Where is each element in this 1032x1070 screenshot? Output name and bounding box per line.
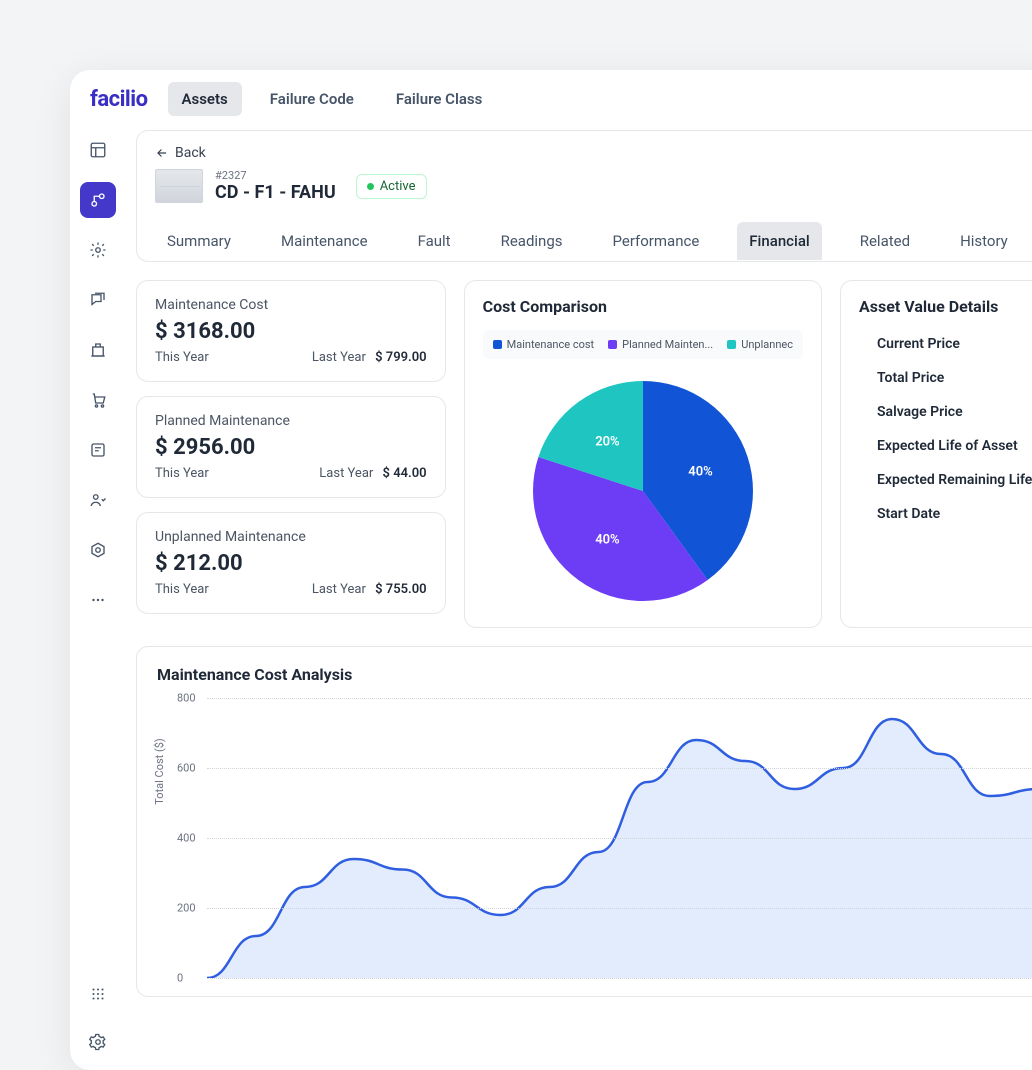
- cart-icon[interactable]: [80, 382, 116, 418]
- asset-value-item: Expected Life of Asset: [877, 438, 1032, 454]
- legend-item: Unplannec: [727, 338, 793, 351]
- stat-label: Unplanned Maintenance: [155, 529, 427, 545]
- asset-value-title: Asset Value Details: [859, 297, 1032, 316]
- asset-thumbnail: [155, 169, 203, 203]
- page-header: Back #2327 CD - F1 - FAHU Active Summary…: [136, 130, 1032, 262]
- analysis-ylabel: Total Cost ($): [153, 738, 166, 805]
- stat-value: $ 2956.00: [155, 435, 427, 460]
- svg-text:40%: 40%: [595, 532, 620, 547]
- analysis-title: Maintenance Cost Analysis: [157, 665, 1032, 684]
- ytick: 0: [177, 972, 183, 985]
- legend-item: Maintenance cost: [493, 338, 595, 351]
- status-badge: Active: [356, 174, 427, 199]
- asset-name: CD - F1 - FAHU: [215, 182, 336, 203]
- asset-id: #2327: [215, 169, 336, 182]
- ytick: 600: [177, 762, 196, 775]
- asset-value-card: Asset Value Details Current Price Total P…: [840, 280, 1032, 628]
- back-button[interactable]: Back: [155, 145, 1032, 161]
- stat-card: Planned Maintenance $ 2956.00 This Year …: [136, 396, 446, 498]
- asset-value-item: Start Date: [877, 506, 1032, 522]
- tab-financial[interactable]: Financial: [737, 222, 821, 260]
- asset-value-item: Total Price: [877, 370, 1032, 386]
- settings-bottom-icon[interactable]: [80, 1024, 116, 1060]
- analysis-card: Maintenance Cost Analysis Total Cost ($)…: [136, 646, 1032, 997]
- brand-logo: facilio: [90, 87, 148, 112]
- pie-chart: 40% 40% 20%: [523, 371, 763, 611]
- building-icon[interactable]: [80, 332, 116, 368]
- asset-value-item: Expected Remaining Life: [877, 472, 1032, 488]
- topnav-tab-failure-class[interactable]: Failure Class: [382, 82, 496, 116]
- tab-summary[interactable]: Summary: [155, 222, 243, 260]
- gear-icon[interactable]: [80, 232, 116, 268]
- stat-card: Unplanned Maintenance $ 212.00 This Year…: [136, 512, 446, 614]
- app-window: facilio Assets Failure Code Failure Class: [70, 70, 1032, 1070]
- svg-text:40%: 40%: [688, 465, 713, 480]
- assets-icon[interactable]: [80, 182, 116, 218]
- tab-related[interactable]: Related: [848, 222, 922, 260]
- stat-label: Maintenance Cost: [155, 297, 427, 313]
- asset-value-item: Salvage Price: [877, 404, 1032, 420]
- topnav-tabs: Assets Failure Code Failure Class: [168, 82, 497, 116]
- page-tabs: Summary Maintenance Fault Readings Performan…: [155, 221, 1032, 261]
- ytick: 200: [177, 902, 196, 915]
- stat-last-year-value: $ 755.00: [375, 582, 427, 597]
- content: Back #2327 CD - F1 - FAHU Active Summary…: [126, 126, 1032, 1070]
- stat-last-year-value: $ 799.00: [375, 350, 427, 365]
- stat-last-year-label: Last Year: [319, 466, 373, 481]
- form-icon[interactable]: [80, 432, 116, 468]
- more-icon[interactable]: [80, 582, 116, 618]
- ytick: 400: [177, 832, 196, 845]
- arrow-left-icon: [155, 146, 169, 160]
- topnav-tab-assets[interactable]: Assets: [168, 82, 242, 116]
- tab-performance[interactable]: Performance: [601, 222, 712, 260]
- stat-last-year-value: $ 44.00: [383, 466, 427, 481]
- svg-text:20%: 20%: [595, 434, 620, 449]
- stat-card: Maintenance Cost $ 3168.00 This Year Las…: [136, 280, 446, 382]
- stat-this-year: This Year: [155, 466, 209, 481]
- tab-readings[interactable]: Readings: [489, 222, 575, 260]
- tab-maintenance[interactable]: Maintenance: [269, 222, 380, 260]
- stat-last-year-label: Last Year: [312, 582, 366, 597]
- sidebar: [70, 126, 126, 1070]
- legend-item: Planned Mainten...: [608, 338, 713, 351]
- topnav-tab-failure-code[interactable]: Failure Code: [256, 82, 368, 116]
- cost-comparison-title: Cost Comparison: [483, 297, 803, 316]
- stat-value: $ 212.00: [155, 551, 427, 576]
- tab-history[interactable]: History: [948, 222, 1020, 260]
- asset-value-item: Current Price: [877, 336, 1032, 352]
- back-label: Back: [175, 145, 206, 161]
- top-nav: facilio Assets Failure Code Failure Class: [70, 70, 1032, 126]
- settings2-icon[interactable]: [80, 532, 116, 568]
- ytick: 800: [177, 692, 196, 705]
- cost-comparison-card: Cost Comparison Maintenance cost Planned …: [464, 280, 822, 628]
- stat-this-year: This Year: [155, 582, 209, 597]
- apps-icon[interactable]: [80, 976, 116, 1012]
- stat-value: $ 3168.00: [155, 319, 427, 344]
- stat-this-year: This Year: [155, 350, 209, 365]
- stat-last-year-label: Last Year: [312, 350, 366, 365]
- pie-legend: Maintenance cost Planned Mainten... Unplan…: [483, 330, 803, 359]
- chat-icon[interactable]: [80, 282, 116, 318]
- stat-label: Planned Maintenance: [155, 413, 427, 429]
- dashboard-icon[interactable]: [80, 132, 116, 168]
- people-icon[interactable]: [80, 482, 116, 518]
- tab-fault[interactable]: Fault: [406, 222, 463, 260]
